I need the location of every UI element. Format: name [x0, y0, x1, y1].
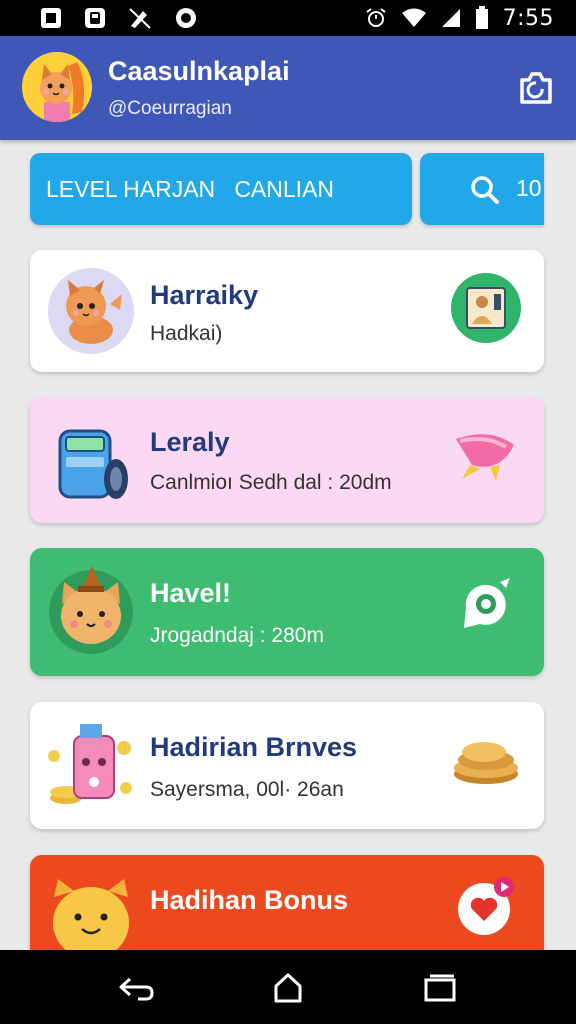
list-item-leraly[interactable]: Leraly Canlmioı Sedh dal : 20dm [30, 397, 544, 523]
cat-mascot-icon [46, 871, 136, 961]
status-time: 7:55 [502, 5, 554, 31]
back-button[interactable] [114, 970, 158, 1006]
card-title: Hadihan Bonus [150, 885, 349, 915]
eye-badge-icon [464, 578, 510, 628]
back-icon [119, 977, 154, 1001]
heart-badge-button[interactable] [450, 869, 522, 941]
status-left-icons [40, 6, 198, 30]
search-count: 10 [516, 175, 542, 201]
pencil-off-icon [129, 8, 151, 29]
recent-apps-button[interactable] [418, 970, 462, 1006]
list-item-havel[interactable]: Havel! Jrogadndaj : 280m [30, 548, 544, 676]
circle-notification-icon [176, 8, 196, 28]
card-title: Leraly [150, 427, 230, 457]
list-item-hadihan-bonus[interactable]: Hadihan Bonus [30, 855, 544, 959]
status-bar: 7:55 [0, 0, 576, 36]
card-title: Harraiky [150, 280, 259, 310]
card-subtitle: Hadkai) [150, 322, 223, 345]
camera-icon [520, 72, 552, 104]
card-title: Havel! [150, 578, 232, 608]
header-subtitle: @Coeurragian [108, 98, 232, 119]
camera-button[interactable] [512, 64, 560, 112]
profile-card-button[interactable] [450, 272, 522, 344]
signal-icon [441, 9, 460, 27]
eye-badge-button[interactable] [450, 568, 522, 640]
pink-fish-button[interactable] [450, 417, 522, 489]
card-subtitle: Sayersma, 00l· 26an [150, 778, 344, 801]
cat-character-icon [46, 266, 136, 356]
search-button[interactable]: 10 [420, 153, 544, 225]
pancakes-icon [454, 742, 518, 784]
wifi-icon [401, 8, 426, 27]
alarm-icon [365, 8, 386, 27]
app-header: Caasulnkaplai @Coeurragian [0, 36, 576, 140]
box-notification-icon [85, 8, 105, 28]
card-title: Hadirian Brnves [150, 732, 358, 762]
cat-hat-icon [46, 564, 136, 654]
level-button-label: LEVEL HARJAN CANLIAN [46, 175, 335, 202]
list-item-hadirian-brnves[interactable]: Hadirian Brnves Sayersma, 00l· 26an [30, 702, 544, 829]
navigation-bar [0, 950, 576, 1024]
home-icon [274, 973, 302, 1003]
home-button[interactable] [266, 970, 310, 1006]
machine-icon [46, 413, 136, 503]
search-icon [471, 176, 499, 204]
header-title: Caasulnkaplai [108, 56, 290, 86]
card-subtitle: Canlmioı Sedh dal : 20dm [150, 471, 392, 494]
recent-apps-icon [424, 974, 456, 1002]
square-notification-icon [41, 8, 61, 28]
list-item-harraiky[interactable]: Harraiky Hadkai) [30, 250, 544, 372]
battery-icon [475, 6, 488, 29]
avatar[interactable] [22, 52, 92, 122]
card-subtitle: Jrogadndaj : 280m [150, 624, 324, 647]
level-button[interactable]: LEVEL HARJAN CANLIAN [30, 153, 412, 225]
cat-avatar-icon [22, 52, 92, 122]
pink-fish-icon [456, 434, 514, 481]
coin-phone-icon [46, 718, 136, 808]
status-right-icons: 7:55 [365, 6, 554, 31]
profile-card-icon [451, 273, 521, 343]
heart-badge-icon [458, 877, 514, 935]
pancakes-button[interactable] [450, 724, 522, 796]
